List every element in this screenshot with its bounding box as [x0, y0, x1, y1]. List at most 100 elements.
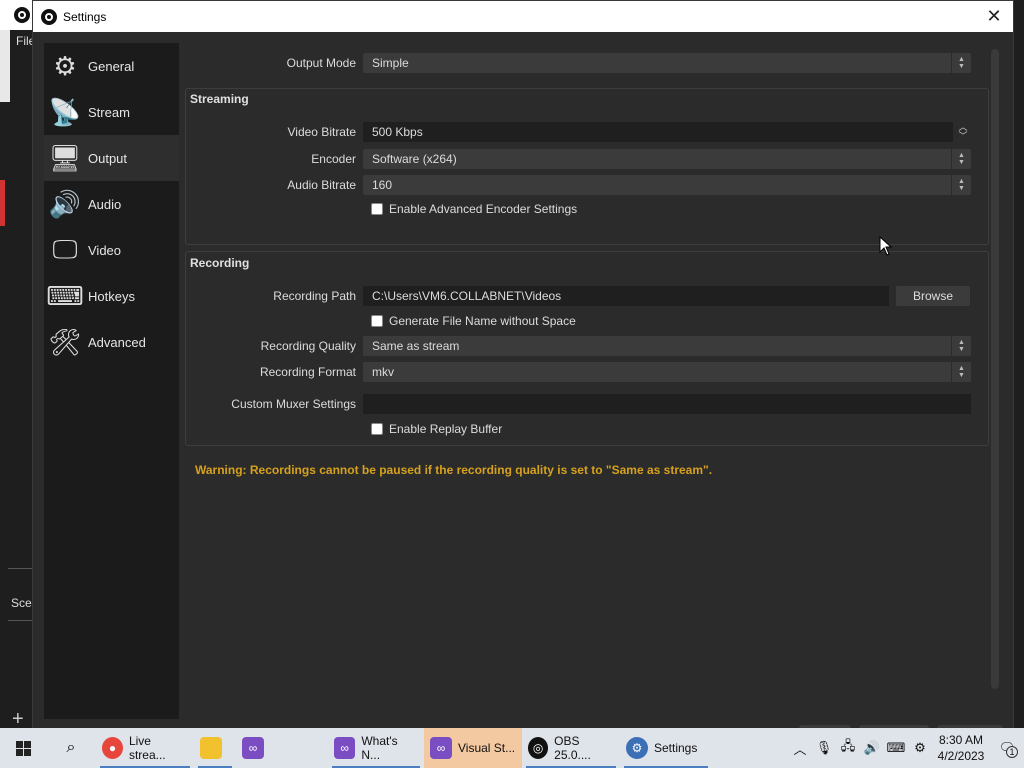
advanced-encoder-checkbox[interactable]: Enable Advanced Encoder Settings: [371, 202, 577, 216]
taskbar-app-label: What's N...: [361, 734, 398, 762]
vertical-scrollbar[interactable]: [991, 49, 999, 689]
taskbar-app-chrome[interactable]: ● Live strea...: [96, 728, 194, 768]
sidebar-item-label: Audio: [88, 196, 122, 212]
sidebar-item-audio[interactable]: 🔊 Audio: [44, 181, 179, 227]
visual-studio-icon: ∞: [430, 737, 452, 759]
video-bitrate-value: 500 Kbps: [372, 125, 423, 139]
obs-logo-icon: [41, 8, 57, 25]
background-obs-window-right: [1014, 0, 1024, 730]
sidebar-item-label: General: [88, 58, 135, 74]
taskbar-app-label: Live strea...: [128, 734, 166, 762]
audio-bitrate-select[interactable]: 160 ▲ ▼: [363, 175, 971, 195]
tools-icon: 🛠: [48, 326, 82, 357]
checkbox-box[interactable]: [371, 315, 383, 327]
keyboard-icon[interactable]: ⌨: [884, 740, 908, 756]
replay-buffer-checkbox[interactable]: Enable Replay Buffer: [371, 422, 502, 436]
replay-buffer-row: Enable Replay Buffer: [371, 422, 502, 436]
microphone-icon[interactable]: 🎙: [812, 740, 836, 756]
recording-path-row: Recording Path C:\Users\VM6.COLLABNET\Vi…: [185, 286, 970, 306]
replay-buffer-label: Enable Replay Buffer: [389, 422, 503, 436]
checkbox-box[interactable]: [371, 203, 383, 215]
audio-bitrate-row: Audio Bitrate 160 ▲ ▼: [185, 175, 971, 195]
visual-studio-icon: ∞: [242, 737, 264, 759]
start-button[interactable]: [0, 728, 46, 768]
audio-bitrate-value: 160: [372, 178, 393, 192]
taskbar-app-settings[interactable]: ⚙ Settings: [620, 728, 712, 768]
taskbar-app-label: OBS 25.0....: [554, 734, 591, 762]
clock-date: 4/2/2023: [937, 749, 985, 763]
taskbar-app-obs[interactable]: ◎ OBS 25.0....: [522, 728, 620, 768]
taskbar-app-visual-studio-active[interactable]: ∞ Visual St...: [424, 728, 522, 768]
taskbar-clock[interactable]: 8:30 AM 4/2/2023: [932, 732, 990, 764]
browse-button[interactable]: Browse: [896, 286, 970, 306]
muxer-label: Custom Muxer Settings: [231, 397, 356, 411]
chevron-updown-icon: ▲ ▼: [951, 336, 971, 356]
video-bitrate-row: Video Bitrate 500 Kbps ︿ ﹀: [185, 122, 968, 142]
checkbox-box[interactable]: [371, 423, 383, 435]
close-icon[interactable]: ✕: [983, 5, 1005, 27]
speaker-icon: 🔊: [48, 188, 82, 219]
recording-path-input[interactable]: C:\Users\VM6.COLLABNET\Videos: [363, 286, 889, 306]
recording-format-row: Recording Format mkv ▲ ▼: [185, 362, 971, 382]
taskbar-app-file-explorer[interactable]: [194, 728, 236, 768]
chevron-updown-icon: ▲ ▼: [951, 53, 971, 73]
spinner-arrows-icon[interactable]: ︿ ﹀: [955, 122, 971, 142]
muxer-row: Custom Muxer Settings: [185, 394, 971, 414]
chrome-icon: ●: [102, 737, 123, 759]
encoder-value: Software (x264): [372, 152, 457, 166]
mouse-cursor-icon: [879, 236, 893, 256]
output-settings-panel: Output Mode Simple ▲ ▼ Streaming Video Bi…: [185, 43, 993, 719]
taskbar-spacer: [278, 728, 328, 768]
recording-format-value: mkv: [372, 365, 394, 379]
volume-icon[interactable]: 🔊: [860, 740, 884, 756]
output-mode-row: Output Mode Simple ▲ ▼: [185, 53, 971, 73]
video-bitrate-spinbox[interactable]: 500 Kbps ︿ ﹀: [363, 122, 968, 142]
sidebar-item-video[interactable]: 🖵 Video: [44, 227, 179, 273]
settings-sidebar: ⚙ General 📡 Stream 🖥 Output 🔊 Audio 🖵 Vi…: [44, 43, 179, 719]
sidebar-item-label: Output: [88, 150, 128, 166]
taskbar-app-visual-studio[interactable]: ∞: [236, 728, 278, 768]
file-explorer-icon: [200, 737, 222, 759]
visual-studio-icon: ∞: [334, 737, 356, 759]
output-mode-select[interactable]: Simple ▲ ▼: [363, 53, 971, 73]
recording-path-label: Recording Path: [273, 289, 356, 303]
taskbar-app-label: Settings: [654, 741, 698, 755]
settings-window: Settings ✕ ⚙ General 📡 Stream 🖥 Output 🔊…: [32, 0, 1014, 733]
notification-icon[interactable]: 🗨1: [990, 740, 1024, 758]
no-space-row: Generate File Name without Space: [371, 314, 576, 328]
chevron-updown-icon: ▲ ▼: [951, 175, 971, 195]
gear-icon[interactable]: ⚙: [908, 740, 932, 756]
sidebar-item-output[interactable]: 🖥 Output: [44, 135, 179, 181]
recording-path-value: C:\Users\VM6.COLLABNET\Videos: [372, 289, 562, 303]
sidebar-item-label: Video: [88, 242, 122, 258]
muxer-input[interactable]: [363, 394, 971, 414]
background-record-indicator: [0, 180, 5, 226]
output-mode-value: Simple: [372, 56, 409, 70]
chevron-up-icon[interactable]: ︿: [788, 739, 812, 758]
obs-icon: ◎: [528, 737, 549, 759]
advanced-encoder-label: Enable Advanced Encoder Settings: [389, 202, 578, 216]
sidebar-item-advanced[interactable]: 🛠 Advanced: [44, 319, 179, 365]
taskbar-app-whats-new[interactable]: ∞ What's N...: [328, 728, 424, 768]
search-icon[interactable]: ⌕: [46, 728, 96, 768]
recording-quality-select[interactable]: Same as stream ▲ ▼: [363, 336, 971, 356]
sidebar-item-label: Advanced: [88, 334, 146, 350]
sidebar-item-hotkeys[interactable]: ⌨ Hotkeys: [44, 273, 179, 319]
network-icon[interactable]: 🖧: [836, 737, 860, 759]
recording-format-select[interactable]: mkv ▲ ▼: [363, 362, 971, 382]
settings-gear-icon: ⚙: [626, 737, 648, 759]
encoder-select[interactable]: Software (x264) ▲ ▼: [363, 149, 971, 169]
streaming-group-title: Streaming: [190, 92, 249, 106]
sidebar-item-stream[interactable]: 📡 Stream: [44, 89, 179, 135]
recording-quality-label: Recording Quality: [260, 339, 356, 353]
sidebar-item-label: Hotkeys: [88, 288, 135, 304]
sidebar-item-general[interactable]: ⚙ General: [44, 43, 179, 89]
no-space-checkbox[interactable]: Generate File Name without Space: [371, 314, 576, 328]
background-panel: [0, 26, 10, 102]
recording-format-label: Recording Format: [259, 365, 356, 379]
video-bitrate-label: Video Bitrate: [287, 125, 357, 139]
system-tray: ︿ 🎙 🖧 🔊 ⌨ ⚙ 8:30 AM 4/2/2023 🗨1: [788, 728, 1024, 768]
recording-group-title: Recording: [190, 256, 250, 270]
background-divider: [8, 620, 34, 621]
no-space-label: Generate File Name without Space: [389, 314, 576, 328]
